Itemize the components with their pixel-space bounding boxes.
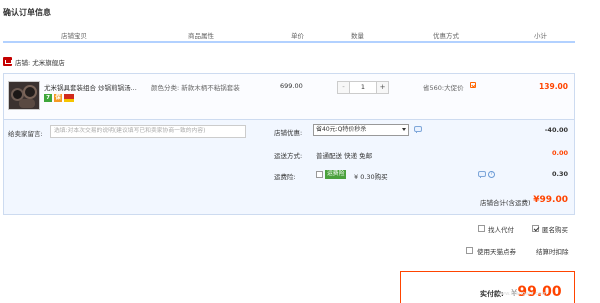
guarantee-icon[interactable]: 保 — [54, 94, 62, 102]
quantity-input[interactable]: 1 — [350, 82, 376, 93]
column-header-promotion: 优惠方式 — [433, 32, 459, 40]
order-item-row: 尤米锅具套装组合 炒锅煎锅汤... 7 保 颜色分类: 新款木柄不粘锅套装 69… — [3, 73, 575, 119]
anonymous-purchase-checkbox[interactable] — [532, 225, 539, 232]
product-title-link[interactable]: 尤米锅具套装组合 炒锅煎锅汤... — [44, 82, 146, 92]
quantity-stepper: - 1 + — [337, 81, 389, 94]
tmall-points-label[interactable]: 使用天猫点券 — [477, 246, 516, 256]
column-header-row: 店铺宝贝 商品属性 单价 数量 优惠方式 小计 — [3, 25, 575, 43]
item-subtotal: 139.00 — [539, 82, 568, 91]
seller-message-label: 给卖家留言: — [8, 130, 43, 138]
shop-total-amount: ¥99.00 — [533, 195, 568, 205]
shipping-method: 普通配送 快递 免邮 — [316, 152, 373, 160]
promotion-text: 省560:大促价 — [423, 84, 464, 92]
column-header-subtotal: 小计 — [534, 32, 547, 40]
checkout-deduct-label: 结算时扣除 — [536, 248, 569, 256]
seller-message-input[interactable]: 选填:对本次交易的说明(建议填写已和卖家协商一致的内容) — [50, 125, 246, 138]
seven-day-return-icon[interactable]: 7 — [44, 94, 52, 102]
tmall-points-checkbox[interactable] — [466, 247, 473, 254]
shop-discount-amount: -40.00 — [544, 126, 568, 134]
shipping-insurance-price: ¥ 0.30购买 — [354, 173, 388, 181]
shop-icon — [3, 57, 12, 66]
quantity-decrease-button[interactable]: - — [338, 82, 350, 93]
watermark: www.Liangshi.com — [496, 291, 548, 297]
insurance-chat-bubble-icon[interactable] — [478, 171, 486, 178]
shipping-insurance-checkbox[interactable] — [316, 171, 323, 178]
shipping-label: 运送方式: — [274, 152, 303, 160]
shop-discount-select[interactable]: 省40元:Q特价秒杀 — [313, 124, 409, 136]
shipping-insurance-tag: 运费险 — [325, 170, 347, 179]
shipping-insurance-amount: 0.30 — [551, 170, 568, 178]
anonymous-purchase-label[interactable]: 匿名购买 — [542, 224, 568, 234]
order-options-panel: 给卖家留言: 选填:对本次交易的说明(建议填写已和卖家协商一致的内容) 店铺优惠… — [3, 119, 575, 215]
shop-name-link[interactable]: 店铺: 尤米旗舰店 — [15, 57, 65, 67]
help-icon[interactable]: ? — [488, 171, 495, 178]
column-header-attributes: 商品属性 — [188, 32, 214, 40]
shop-discount-label: 店铺优惠: — [274, 129, 303, 137]
shop-discount-selected: 省40元:Q特价秒杀 — [316, 126, 367, 133]
product-thumbnail[interactable] — [8, 81, 40, 110]
shipping-amount: 0.00 — [551, 149, 568, 157]
gift-flag-icon[interactable] — [64, 94, 74, 102]
page-title: 确认订单信息 — [3, 8, 51, 17]
chevron-down-icon — [402, 128, 406, 131]
column-header-shop-item: 店铺宝贝 — [61, 32, 87, 40]
column-header-quantity: 数量 — [351, 32, 364, 40]
payment-summary: 实付款: ¥99.00 — [400, 271, 575, 303]
promotion-dropdown-icon[interactable] — [470, 82, 476, 88]
proxy-pay-checkbox[interactable] — [478, 225, 485, 232]
proxy-pay-label[interactable]: 找人代付 — [488, 224, 514, 234]
unit-price: 699.00 — [280, 82, 303, 90]
shop-total-label: 店铺合计(含运费) — [480, 199, 531, 207]
quantity-increase-button[interactable]: + — [376, 82, 388, 93]
column-header-unit-price: 单价 — [291, 32, 304, 40]
chat-bubble-icon[interactable] — [414, 126, 422, 133]
product-attribute: 颜色分类: 新款木柄不粘锅套装 — [151, 84, 240, 92]
shipping-insurance-label: 运费险: — [274, 173, 296, 181]
